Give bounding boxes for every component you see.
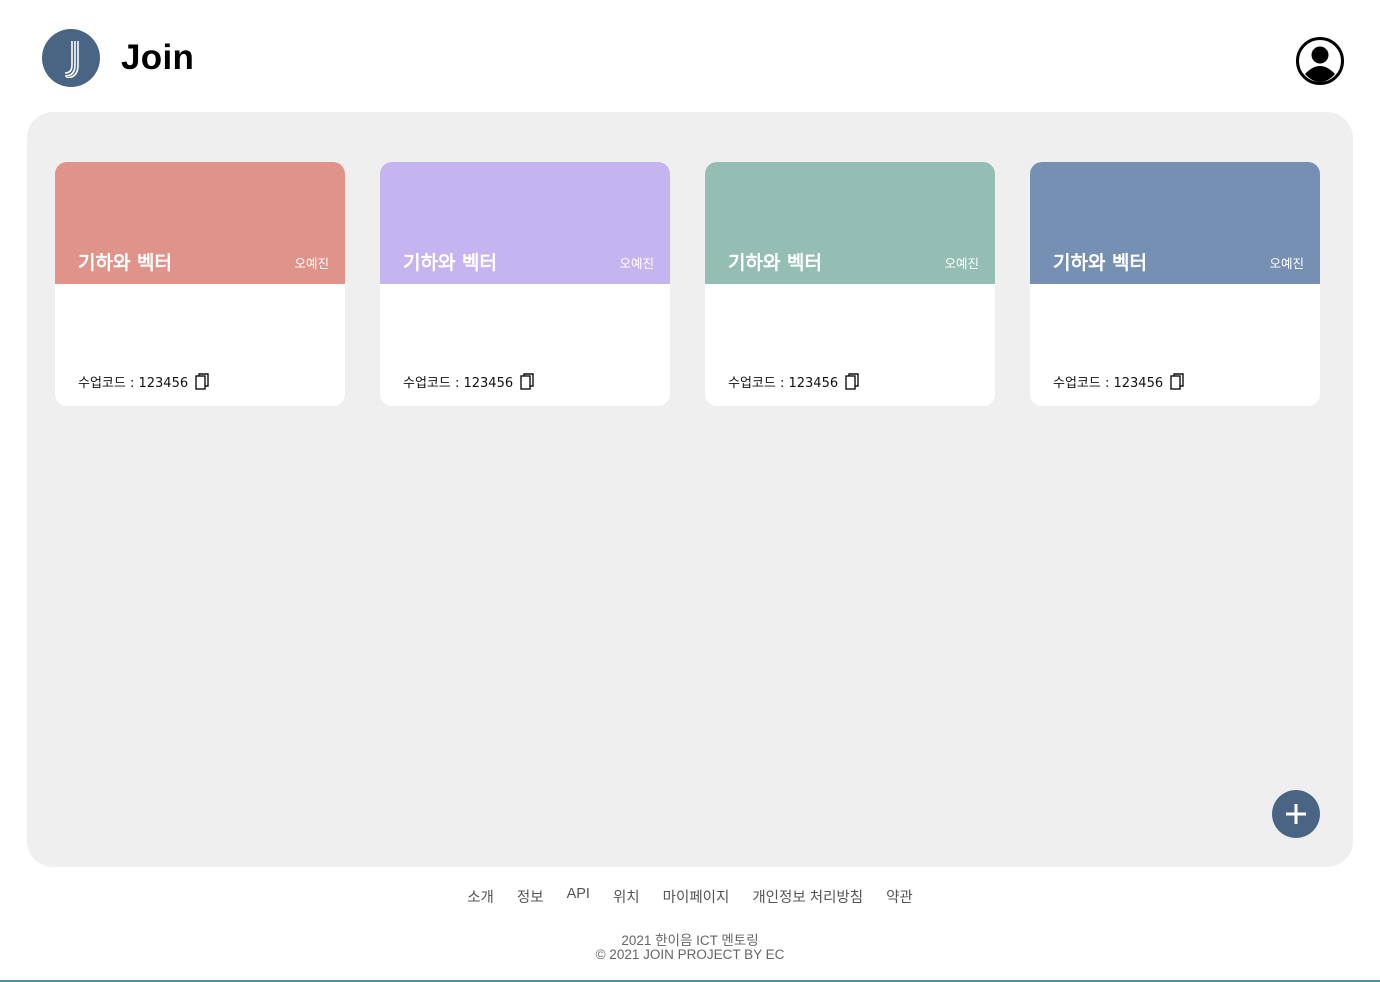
class-card[interactable]: 기하와 벡터 오예진 수업코드 : 123456 — [55, 162, 345, 406]
class-code-label: 수업코드 : 123456 — [403, 376, 514, 391]
copy-icon[interactable] — [195, 373, 209, 390]
add-class-button[interactable] — [1272, 790, 1320, 838]
footer-link-terms[interactable]: 약관 — [886, 886, 913, 907]
class-title: 기하와 벡터 — [403, 252, 498, 274]
app-title: Join — [121, 38, 195, 77]
logo-j-icon — [64, 41, 79, 78]
class-title: 기하와 벡터 — [1053, 252, 1148, 274]
copy-icon[interactable] — [1170, 373, 1184, 390]
class-card[interactable]: 기하와 벡터 오예진 수업코드 : 123456 — [1030, 162, 1320, 406]
class-code: 수업코드 : 123456 — [78, 372, 209, 391]
footer-credit: 2021 한이음 ICT 멘토링 — [621, 933, 759, 948]
teacher-name: 오예진 — [619, 256, 654, 271]
app-header: Join — [0, 0, 1380, 112]
footer-link-privacy[interactable]: 개인정보 처리방침 — [752, 886, 863, 907]
class-code: 수업코드 : 123456 — [403, 372, 534, 391]
class-title: 기하와 벡터 — [78, 252, 173, 274]
class-code-label: 수업코드 : 123456 — [78, 376, 189, 391]
class-card[interactable]: 기하와 벡터 오예진 수업코드 : 123456 — [380, 162, 670, 406]
footer-link-location[interactable]: 위치 — [613, 886, 640, 907]
copy-icon[interactable] — [845, 373, 859, 390]
class-code: 수업코드 : 123456 — [1053, 372, 1184, 391]
footer-link-api[interactable]: API — [567, 886, 590, 907]
footer-nav: 소개 정보 API 위치 마이페이지 개인정보 처리방침 약관 — [0, 886, 1380, 907]
footer-link-info[interactable]: 정보 — [517, 886, 544, 907]
profile-button[interactable] — [1295, 36, 1345, 86]
class-title: 기하와 벡터 — [728, 252, 823, 274]
user-circle-icon — [1296, 37, 1344, 85]
class-code: 수업코드 : 123456 — [728, 372, 859, 391]
class-code-label: 수업코드 : 123456 — [728, 376, 839, 391]
class-card[interactable]: 기하와 벡터 오예진 수업코드 : 123456 — [705, 162, 995, 406]
teacher-name: 오예진 — [1269, 256, 1304, 271]
copy-icon[interactable] — [520, 373, 534, 390]
plus-icon — [1286, 804, 1306, 824]
footer-link-mypage[interactable]: 마이페이지 — [663, 886, 730, 907]
class-code-label: 수업코드 : 123456 — [1053, 376, 1164, 391]
logo[interactable] — [42, 29, 100, 87]
footer-link-intro[interactable]: 소개 — [467, 886, 494, 907]
class-list-panel: 기하와 벡터 오예진 수업코드 : 123456 기하와 벡터 오예진 수업코드… — [27, 112, 1353, 867]
teacher-name: 오예진 — [944, 256, 979, 271]
teacher-name: 오예진 — [294, 256, 329, 271]
footer-copyright: © 2021 JOIN PROJECT BY EC — [595, 947, 785, 962]
